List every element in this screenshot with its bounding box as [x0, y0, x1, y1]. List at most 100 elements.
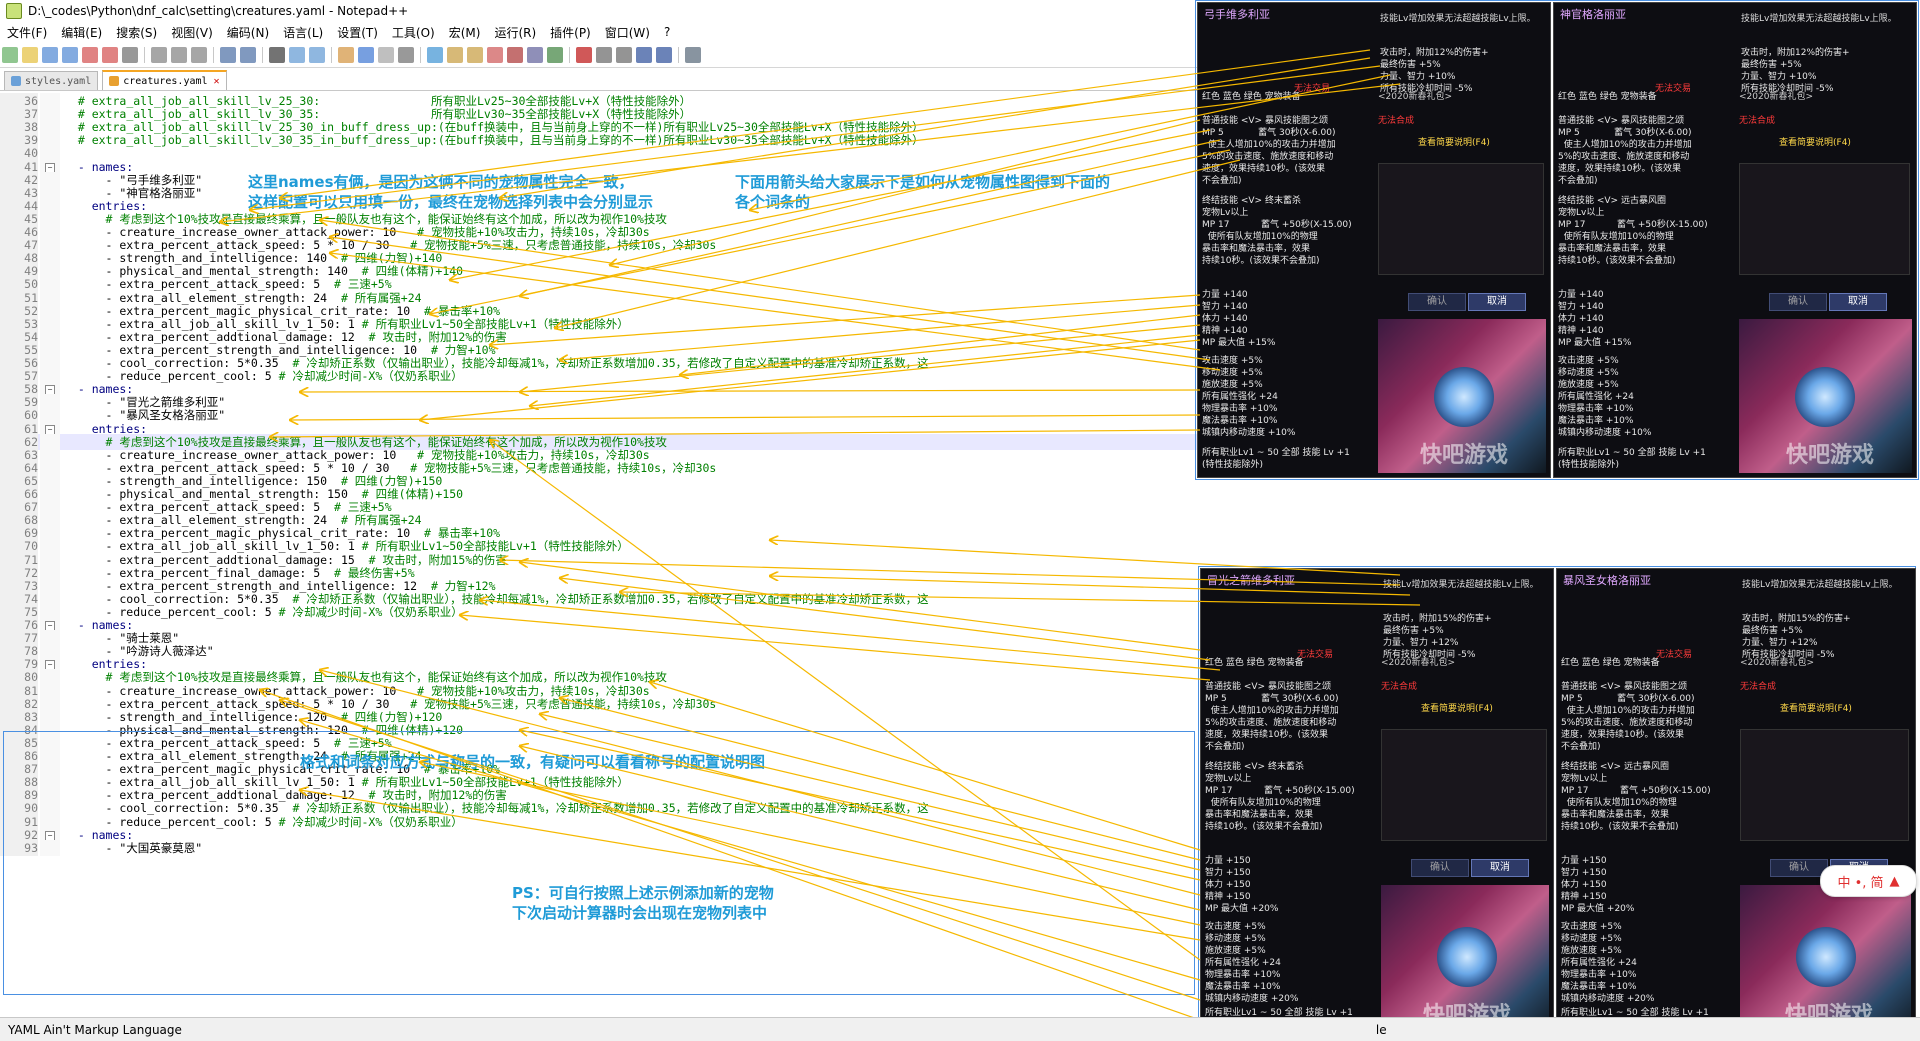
toolbar-separator [420, 47, 421, 63]
save-macro-icon[interactable] [656, 47, 672, 63]
close-icon[interactable] [82, 47, 98, 63]
close-all-icon[interactable] [102, 47, 118, 63]
menu-item-3[interactable]: 视图(V) [164, 24, 220, 41]
orb-icon [1795, 367, 1855, 427]
redo-icon[interactable] [240, 47, 256, 63]
copy-icon[interactable] [171, 47, 187, 63]
menu-item-9[interactable]: 运行(R) [487, 24, 543, 41]
sync-h-icon[interactable] [358, 47, 374, 63]
menu-item-7[interactable]: 工具(O) [385, 24, 442, 41]
close-icon[interactable]: ✕ [214, 76, 220, 87]
confirm-button[interactable]: 确认 [1769, 293, 1827, 311]
pet-name: 弓手维多利亚 [1204, 8, 1270, 21]
macro-list-icon[interactable] [685, 47, 701, 63]
cut-icon[interactable] [151, 47, 167, 63]
folder-icon[interactable] [507, 47, 523, 63]
tab-label: styles.yaml [25, 75, 92, 87]
zoom-out-icon[interactable] [309, 47, 325, 63]
run-macro-icon[interactable] [636, 47, 652, 63]
toolbar-separator [262, 47, 263, 63]
lang-icon[interactable] [447, 47, 463, 63]
nobind-label: 无法合成 [1378, 116, 1415, 126]
pet-buff-text: 攻击时，附加15%的伤害+ 最终伤害 +5% 力量、智力 +12% 所有技能冷却… [1383, 614, 1492, 660]
tab-styles-yaml[interactable]: styles.yaml [4, 71, 99, 90]
equip-type: 红色 蓝色 绿色 宠物装备 [1202, 92, 1301, 102]
show-all-icon[interactable] [398, 47, 414, 63]
toolbar-separator [144, 47, 145, 63]
toolbar-separator [331, 47, 332, 63]
status-language: YAML Ain't Markup Language [8, 1022, 182, 1037]
sync-v-icon[interactable] [338, 47, 354, 63]
menu-item-5[interactable]: 语言(L) [276, 24, 330, 41]
indent-guide-icon[interactable] [427, 47, 443, 63]
confirm-button[interactable]: 确认 [1770, 859, 1828, 877]
desc-link[interactable]: 查看简要说明(F4) [1421, 703, 1493, 715]
menu-item-8[interactable]: 宏(M) [442, 24, 488, 41]
save-all-icon[interactable] [62, 47, 78, 63]
gift-label: <2020新春礼包> [1378, 92, 1452, 102]
ime-indicator[interactable]: 中 •, 简 ▲ [1820, 865, 1917, 897]
record-macro-icon[interactable] [576, 47, 592, 63]
nobind-label: 无法合成 [1740, 682, 1777, 692]
cancel-button[interactable]: 取消 [1829, 293, 1887, 311]
pet-name: 神官格洛丽亚 [1560, 8, 1626, 21]
skill-normal: 普通技能 <V> 暴风技能图之颂 MP 5 蓄气 30秒(X-6.00) 使主人… [1205, 682, 1339, 752]
file-icon [109, 76, 120, 86]
desc-link[interactable]: 查看简要说明(F4) [1780, 703, 1852, 715]
stop-macro-icon[interactable] [596, 47, 612, 63]
nobind-label: 无法合成 [1381, 682, 1418, 692]
pet-stats-extra: 攻击速度 +5% 移动速度 +5% 施放速度 +5% 所有属性强化 +24 物理… [1205, 922, 1299, 1004]
annotation-format: 格式和词条对应方式与称号的一致，有疑问可以看看称号的配置说明图 [300, 753, 766, 771]
menu-item-6[interactable]: 设置(T) [330, 24, 385, 41]
menu-item-0[interactable]: 文件(F) [0, 24, 54, 41]
annotation-ps: PS：可自行按照上述示例添加新的宠物 下次启动计算器时会出现在宠物列表中 [512, 884, 774, 922]
window-title: D:\_codes\Python\dnf_calc\setting\creatu… [28, 4, 409, 18]
new-file-icon[interactable] [2, 47, 18, 63]
cancel-button[interactable]: 取消 [1471, 859, 1529, 877]
menu-item-4[interactable]: 编码(N) [220, 24, 276, 41]
zoom-in-icon[interactable] [289, 47, 305, 63]
pet-stats-extra: 攻击速度 +5% 移动速度 +5% 施放速度 +5% 所有属性强化 +24 物理… [1561, 922, 1655, 1004]
menu-item-12[interactable]: ? [657, 25, 677, 39]
func-list-icon[interactable] [487, 47, 503, 63]
undo-icon[interactable] [220, 47, 236, 63]
pet-skill-lv-bonus: 所有职业Lv1 ~ 50 全部 技能 Lv +1 (特性技能除外) [1558, 448, 1706, 470]
desc-link[interactable]: 查看简要说明(F4) [1779, 137, 1851, 149]
open-file-icon[interactable] [22, 47, 38, 63]
skill-normal: 普通技能 <V> 暴风技能图之颂 MP 5 蓄气 30秒(X-6.00) 使主人… [1202, 116, 1336, 186]
annotation-names: 这里names有俩，是因为这俩不同的宠物属性完全一致， 这样配置可以只用填一份，… [248, 173, 654, 211]
pet-stats-extra: 攻击速度 +5% 移动速度 +5% 施放速度 +5% 所有属性强化 +24 物理… [1202, 356, 1296, 438]
orb-icon [1437, 927, 1497, 987]
trade-status: 无法交易 [1655, 84, 1692, 94]
eye-icon[interactable] [547, 47, 563, 63]
skill-lv-note: 技能Lv增加效果无法超越技能Lv上限。 [1742, 580, 1898, 590]
skill-final: 终结技能 <V> 终末蓄杀 宠物Lv以上 MP 17 蓄气 +50秒(X-15.… [1202, 196, 1352, 266]
menu-item-2[interactable]: 搜索(S) [109, 24, 164, 41]
save-icon[interactable] [42, 47, 58, 63]
menu-item-11[interactable]: 窗口(W) [598, 24, 657, 41]
confirm-button[interactable]: 确认 [1411, 859, 1469, 877]
doc-map-icon[interactable] [467, 47, 483, 63]
menu-item-1[interactable]: 编辑(E) [54, 24, 109, 41]
confirm-button[interactable]: 确认 [1408, 293, 1466, 311]
pet-buff-text: 攻击时，附加15%的伤害+ 最终伤害 +5% 力量、智力 +12% 所有技能冷却… [1742, 614, 1851, 660]
pet-stats-extra: 攻击速度 +5% 移动速度 +5% 施放速度 +5% 所有属性强化 +24 物理… [1558, 356, 1652, 438]
menu-bar: 文件(F) 编辑(E) 搜索(S) 视图(V) 编码(N) 语言(L) 设置(T) 工具(O)… [0, 22, 1200, 42]
paste-icon[interactable] [191, 47, 207, 63]
find-icon[interactable] [269, 47, 285, 63]
pet-tooltip-panel: 暴风圣女格洛丽亚 技能Lv增加效果无法超越技能Lv上限。 攻击时，附加15%的伤… [1556, 568, 1916, 1038]
pet-tooltip-panel: 弓手维多利亚 技能Lv增加效果无法超越技能Lv上限。 攻击时，附加12%的伤害+… [1197, 2, 1551, 478]
item-slots [1739, 163, 1910, 275]
status-right: le [1375, 1022, 1387, 1037]
print-icon[interactable] [122, 47, 138, 63]
tab-bar: styles.yaml creatures.yaml ✕ [0, 68, 1200, 91]
cancel-button[interactable]: 取消 [1468, 293, 1526, 311]
play-macro-icon[interactable] [616, 47, 632, 63]
desc-link[interactable]: 查看简要说明(F4) [1418, 137, 1490, 149]
pet-stats: 力量 +140 智力 +140 体力 +140 精神 +140 MP 最大值 +… [1202, 290, 1276, 348]
menu-item-10[interactable]: 插件(P) [543, 24, 598, 41]
toolbar [0, 43, 1200, 68]
monitor-icon[interactable] [527, 47, 543, 63]
wrap-icon[interactable] [378, 47, 394, 63]
tab-creatures-yaml[interactable]: creatures.yaml ✕ [102, 70, 227, 90]
